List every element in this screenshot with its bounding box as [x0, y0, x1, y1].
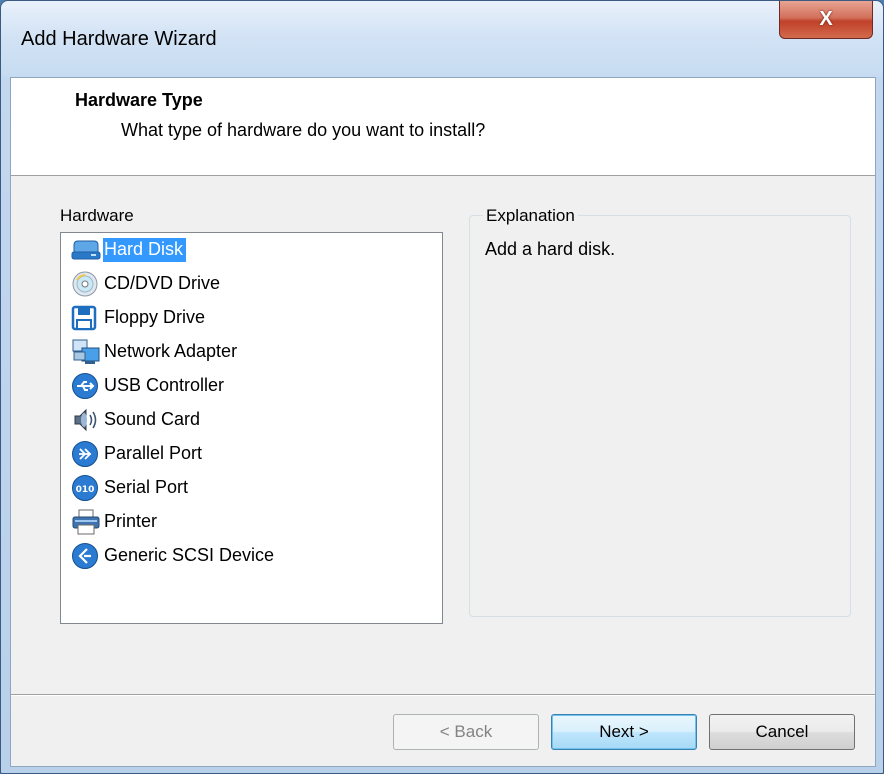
close-icon: X: [819, 8, 833, 30]
scsi-icon: [71, 541, 103, 571]
list-item-usb-controller[interactable]: USB Controller: [61, 369, 442, 403]
list-item-label: Serial Port: [104, 477, 189, 497]
title-bar[interactable]: Add Hardware Wizard X: [1, 1, 883, 77]
printer-icon: [71, 507, 103, 537]
hardware-list[interactable]: Hard Disk CD/DVD Drive Floppy Drive Netw…: [60, 232, 443, 624]
list-item-label: USB Controller: [104, 375, 225, 395]
list-item-serial-port[interactable]: 010 Serial Port: [61, 471, 442, 505]
sound-card-icon: [71, 405, 103, 435]
footer-divider: [11, 694, 875, 696]
hard-disk-icon: [71, 235, 103, 265]
page-title: Hardware Type: [75, 90, 203, 110]
list-item-sound-card[interactable]: Sound Card: [61, 403, 442, 437]
window-frame: Add Hardware Wizard X Hardware Type What…: [0, 0, 884, 774]
back-button[interactable]: < Back: [393, 714, 539, 750]
next-button[interactable]: Next >: [551, 714, 697, 750]
network-adapter-icon: [71, 337, 103, 367]
list-item-network-adapter[interactable]: Network Adapter: [61, 335, 442, 369]
window-title: Add Hardware Wizard: [21, 28, 217, 50]
cancel-button[interactable]: Cancel: [709, 714, 855, 750]
close-button[interactable]: X: [779, 1, 873, 39]
explanation-text: Add a hard disk.: [485, 239, 616, 259]
list-item-cd-dvd-drive[interactable]: CD/DVD Drive: [61, 267, 442, 301]
list-item-label: Floppy Drive: [104, 307, 206, 327]
cd-dvd-icon: [71, 269, 103, 299]
explanation-group: [469, 215, 851, 617]
list-item-label: Printer: [104, 511, 158, 531]
list-item-hard-disk[interactable]: Hard Disk: [61, 233, 442, 267]
list-item-label: Network Adapter: [104, 341, 238, 361]
list-item-label: Generic SCSI Device: [104, 545, 275, 565]
list-item-label: CD/DVD Drive: [104, 273, 221, 293]
explanation-label: Explanation: [483, 206, 578, 226]
wizard-body: Hardware Type What type of hardware do y…: [10, 77, 876, 767]
list-item-label: Parallel Port: [104, 443, 203, 463]
list-item-printer[interactable]: Printer: [61, 505, 442, 539]
floppy-icon: [71, 303, 103, 333]
hardware-label: Hardware: [60, 206, 134, 225]
list-item-label: Sound Card: [104, 409, 201, 429]
list-item-label: Hard Disk: [103, 238, 187, 262]
list-item-floppy-drive[interactable]: Floppy Drive: [61, 301, 442, 335]
serial-port-icon: 010: [71, 473, 103, 503]
wizard-header: Hardware Type What type of hardware do y…: [11, 78, 875, 176]
parallel-port-icon: [71, 439, 103, 469]
usb-icon: [71, 371, 103, 401]
page-subtitle: What type of hardware do you want to ins…: [121, 120, 486, 140]
list-item-parallel-port[interactable]: Parallel Port: [61, 437, 442, 471]
svg-text:010: 010: [76, 485, 95, 495]
list-item-generic-scsi-device[interactable]: Generic SCSI Device: [61, 539, 442, 573]
